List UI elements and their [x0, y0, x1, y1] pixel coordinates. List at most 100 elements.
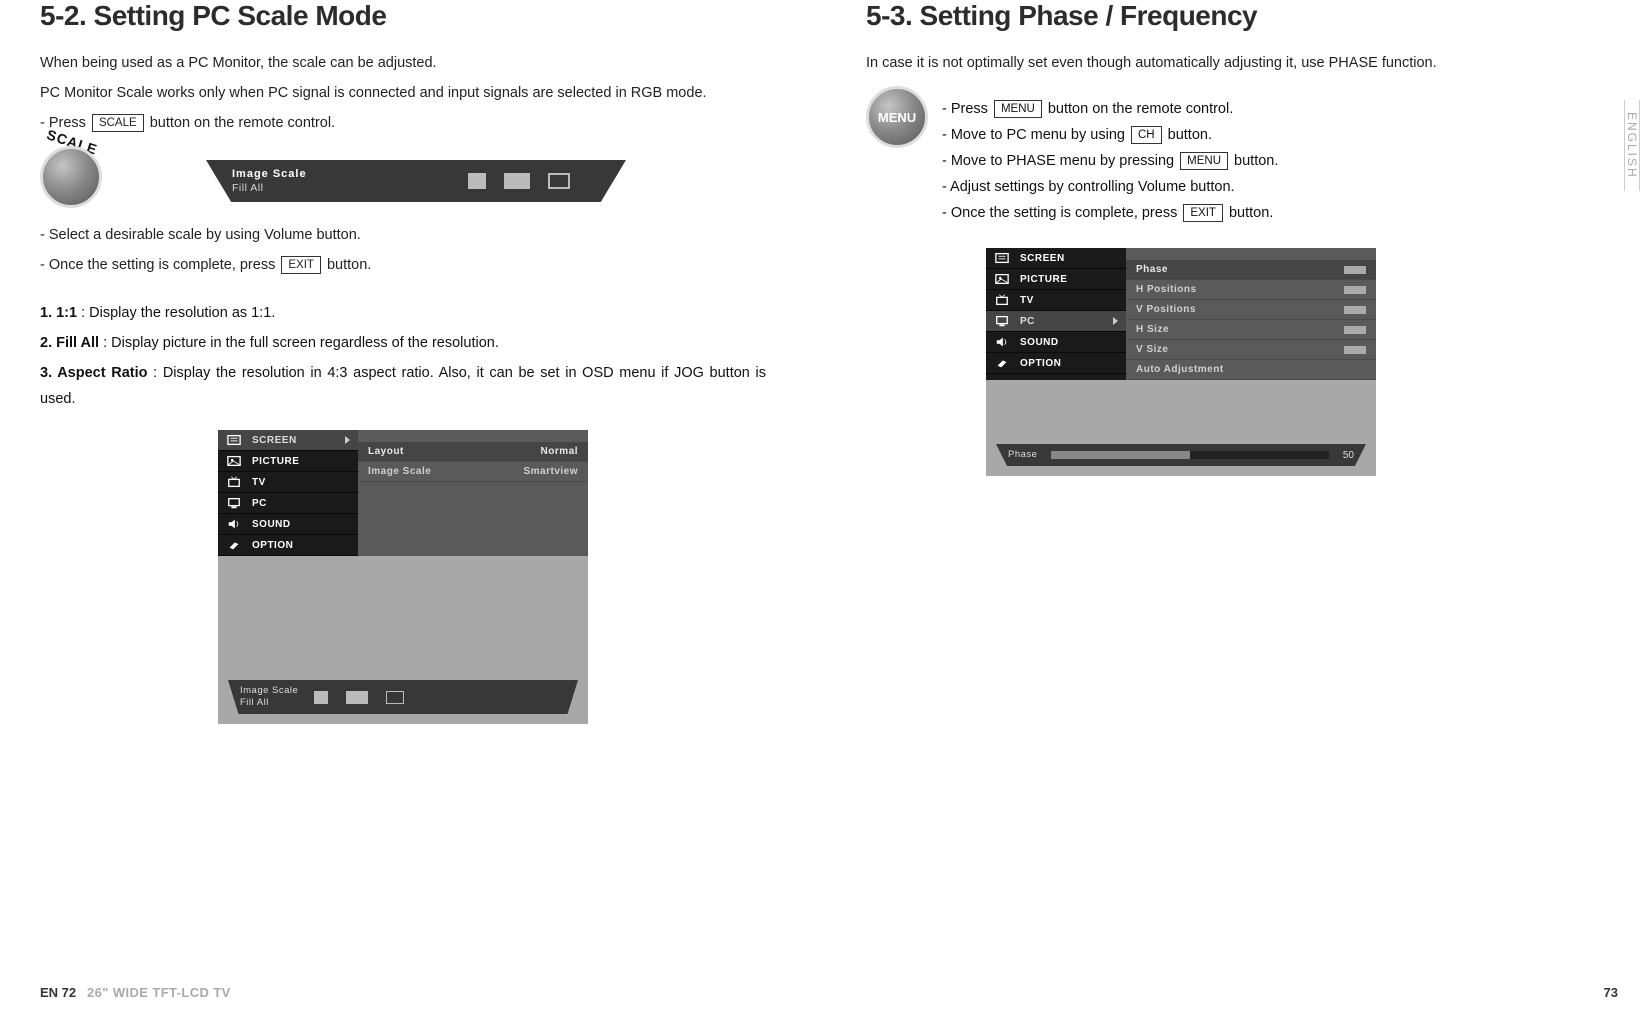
osd-menu-label: TV [1020, 295, 1034, 306]
osd-sidebar: SCREEN PICTURE TV PC SOUND OPTION [986, 248, 1126, 380]
osd-menu-item-sound: SOUND [218, 514, 358, 535]
chevron-right-icon [345, 436, 350, 444]
section-title-left: 5-2. Setting PC Scale Mode [40, 0, 766, 32]
osd-sub-label: Image Scale [368, 466, 431, 477]
osd-submenu: Layout Normal Image Scale Smartview [358, 442, 588, 482]
osd-strip-title: Image Scale [240, 685, 298, 696]
tv-icon [994, 294, 1010, 306]
osd-menu-label: OPTION [252, 540, 293, 551]
slider-icon [1344, 266, 1366, 274]
osd-menu-label: PC [252, 498, 267, 509]
osd-sub-item: H Size [1126, 320, 1376, 340]
side-language-tab: ENGLISH [1624, 100, 1640, 191]
osd-sub-label: Layout [368, 446, 404, 457]
phase-strip-label: Phase [1008, 449, 1037, 461]
osd-panel-scale: SCREEN PICTURE TV PC SOUND OPTION Layout Norma… [218, 430, 588, 724]
screen-icon [226, 434, 242, 446]
osd-sub-value: Normal [541, 446, 578, 457]
page-number-left: EN 72 [40, 985, 76, 1000]
osd-menu-label: PICTURE [1020, 274, 1067, 285]
sound-icon [226, 518, 242, 530]
intro-p1: When being used as a PC Monitor, the sca… [40, 50, 766, 76]
scale-button-row: SCALE Image Scale Fill All [40, 144, 766, 222]
phase-strip-value: 50 [1343, 450, 1354, 461]
osd-menu-item-option: OPTION [986, 353, 1126, 374]
osd-panel-phase: SCREENPICTURETVPCSOUNDOPTION PhaseH Posi… [986, 248, 1376, 476]
osd-sub-item: H Positions [1126, 280, 1376, 300]
osd-sub-item: Auto Adjustment [1126, 360, 1376, 380]
scale-osd-title: Image Scale [232, 168, 307, 180]
page-number-right: 73 [1604, 985, 1618, 1000]
scale-key-label: SCALE [92, 114, 144, 132]
pc-icon [994, 315, 1010, 327]
right-page: 5-3. Setting Phase / Frequency In case i… [826, 0, 1612, 1022]
phase-steps: - Press MENU button on the remote contro… [942, 96, 1278, 226]
osd-menu-label: TV [252, 477, 266, 488]
press-scale-line: - Press SCALE button on the remote contr… [40, 110, 766, 136]
osd-menu-label: SOUND [252, 519, 291, 530]
mode-fillall-label: 2. Fill All [40, 335, 99, 351]
slider-icon [1344, 286, 1366, 294]
osd-menu-label: PICTURE [252, 456, 299, 467]
osd-menu-label: OPTION [1020, 358, 1061, 369]
picture-icon [226, 455, 242, 467]
tv-icon [226, 476, 242, 488]
step-select-scale: - Select a desirable scale by using Volu… [40, 222, 766, 248]
mode-aspect-text: : Display the resolution in 4:3 aspect r… [40, 365, 766, 407]
osd-menu-item-pc: PC [986, 311, 1126, 332]
osd-sub-label: V Positions [1136, 304, 1196, 315]
footer-left: EN 72 26" WIDE TFT-LCD TV [40, 985, 231, 1000]
slider-icon [1344, 306, 1366, 314]
menu-button-row: MENU - Press MENU button on the remote c… [866, 84, 1582, 226]
osd-sub-label: V Size [1136, 344, 1168, 355]
section-title-right: 5-3. Setting Phase / Frequency [866, 0, 1582, 32]
scale-mode-list: 1. 1:1 : Display the resolution as 1:1. … [40, 300, 766, 412]
intro-p2: PC Monitor Scale works only when PC sign… [40, 80, 766, 106]
osd-menu-label: PC [1020, 316, 1035, 327]
screen-icon [994, 252, 1010, 264]
ch-key-label: CH [1131, 126, 1162, 144]
osd-menu-item-screen: SCREEN [986, 248, 1126, 269]
phase-slider-icon [1051, 451, 1328, 459]
osd-sub-item: V Size [1126, 340, 1376, 360]
osd-menu-label: SOUND [1020, 337, 1059, 348]
slider-icon [1344, 326, 1366, 334]
osd-menu-item-option: OPTION [218, 535, 358, 556]
osd-menu-label: SCREEN [1020, 253, 1065, 264]
osd-menu-item-screen: SCREEN [218, 430, 358, 451]
aspect-fillall-icon [346, 691, 368, 704]
phase-step-4: - Adjust settings by controlling Volume … [942, 174, 1278, 200]
sound-icon [994, 336, 1010, 348]
osd-sub-item: V Positions [1126, 300, 1376, 320]
left-page: 5-2. Setting PC Scale Mode When being us… [40, 0, 826, 1022]
mode-1to1-text: : Display the resolution as 1:1. [77, 305, 275, 321]
mode-aspect-label: 3. Aspect Ratio [40, 365, 147, 381]
step-exit: - Once the setting is complete, press EX… [40, 252, 766, 278]
option-icon [226, 539, 242, 551]
menu-key-label-2: MENU [1180, 152, 1228, 170]
aspect-4to3-icon [386, 691, 404, 704]
osd-sub-label: H Size [1136, 324, 1169, 335]
osd-sub-value: Smartview [523, 466, 578, 477]
option-icon [994, 357, 1010, 369]
osd-sidebar: SCREEN PICTURE TV PC SOUND OPTION [218, 430, 358, 556]
osd-menu-item-tv: TV [986, 290, 1126, 311]
slider-icon [1344, 346, 1366, 354]
osd-menu-item-picture: PICTURE [986, 269, 1126, 290]
menu-key-label: MENU [994, 100, 1042, 118]
osd-strip-value: Fill All [240, 697, 269, 708]
mode-fillall-text: : Display picture in the full screen reg… [99, 335, 499, 351]
osd-menu-item-sound: SOUND [986, 332, 1126, 353]
exit-key-label-2: EXIT [1183, 204, 1223, 222]
osd-menu-item-pc: PC [218, 493, 358, 514]
scale-osd-strip: Image Scale Fill All [206, 160, 626, 202]
exit-key-label: EXIT [281, 256, 321, 274]
picture-icon [994, 273, 1010, 285]
menu-remote-button-icon: MENU [866, 86, 928, 148]
chevron-right-icon [1113, 317, 1118, 325]
osd-menu-item-picture: PICTURE [218, 451, 358, 472]
osd-sub-item: Phase [1126, 260, 1376, 280]
osd-sub-item: Layout Normal [358, 442, 588, 462]
aspect-1to1-icon [468, 173, 486, 189]
menu-button-label: MENU [878, 110, 916, 125]
